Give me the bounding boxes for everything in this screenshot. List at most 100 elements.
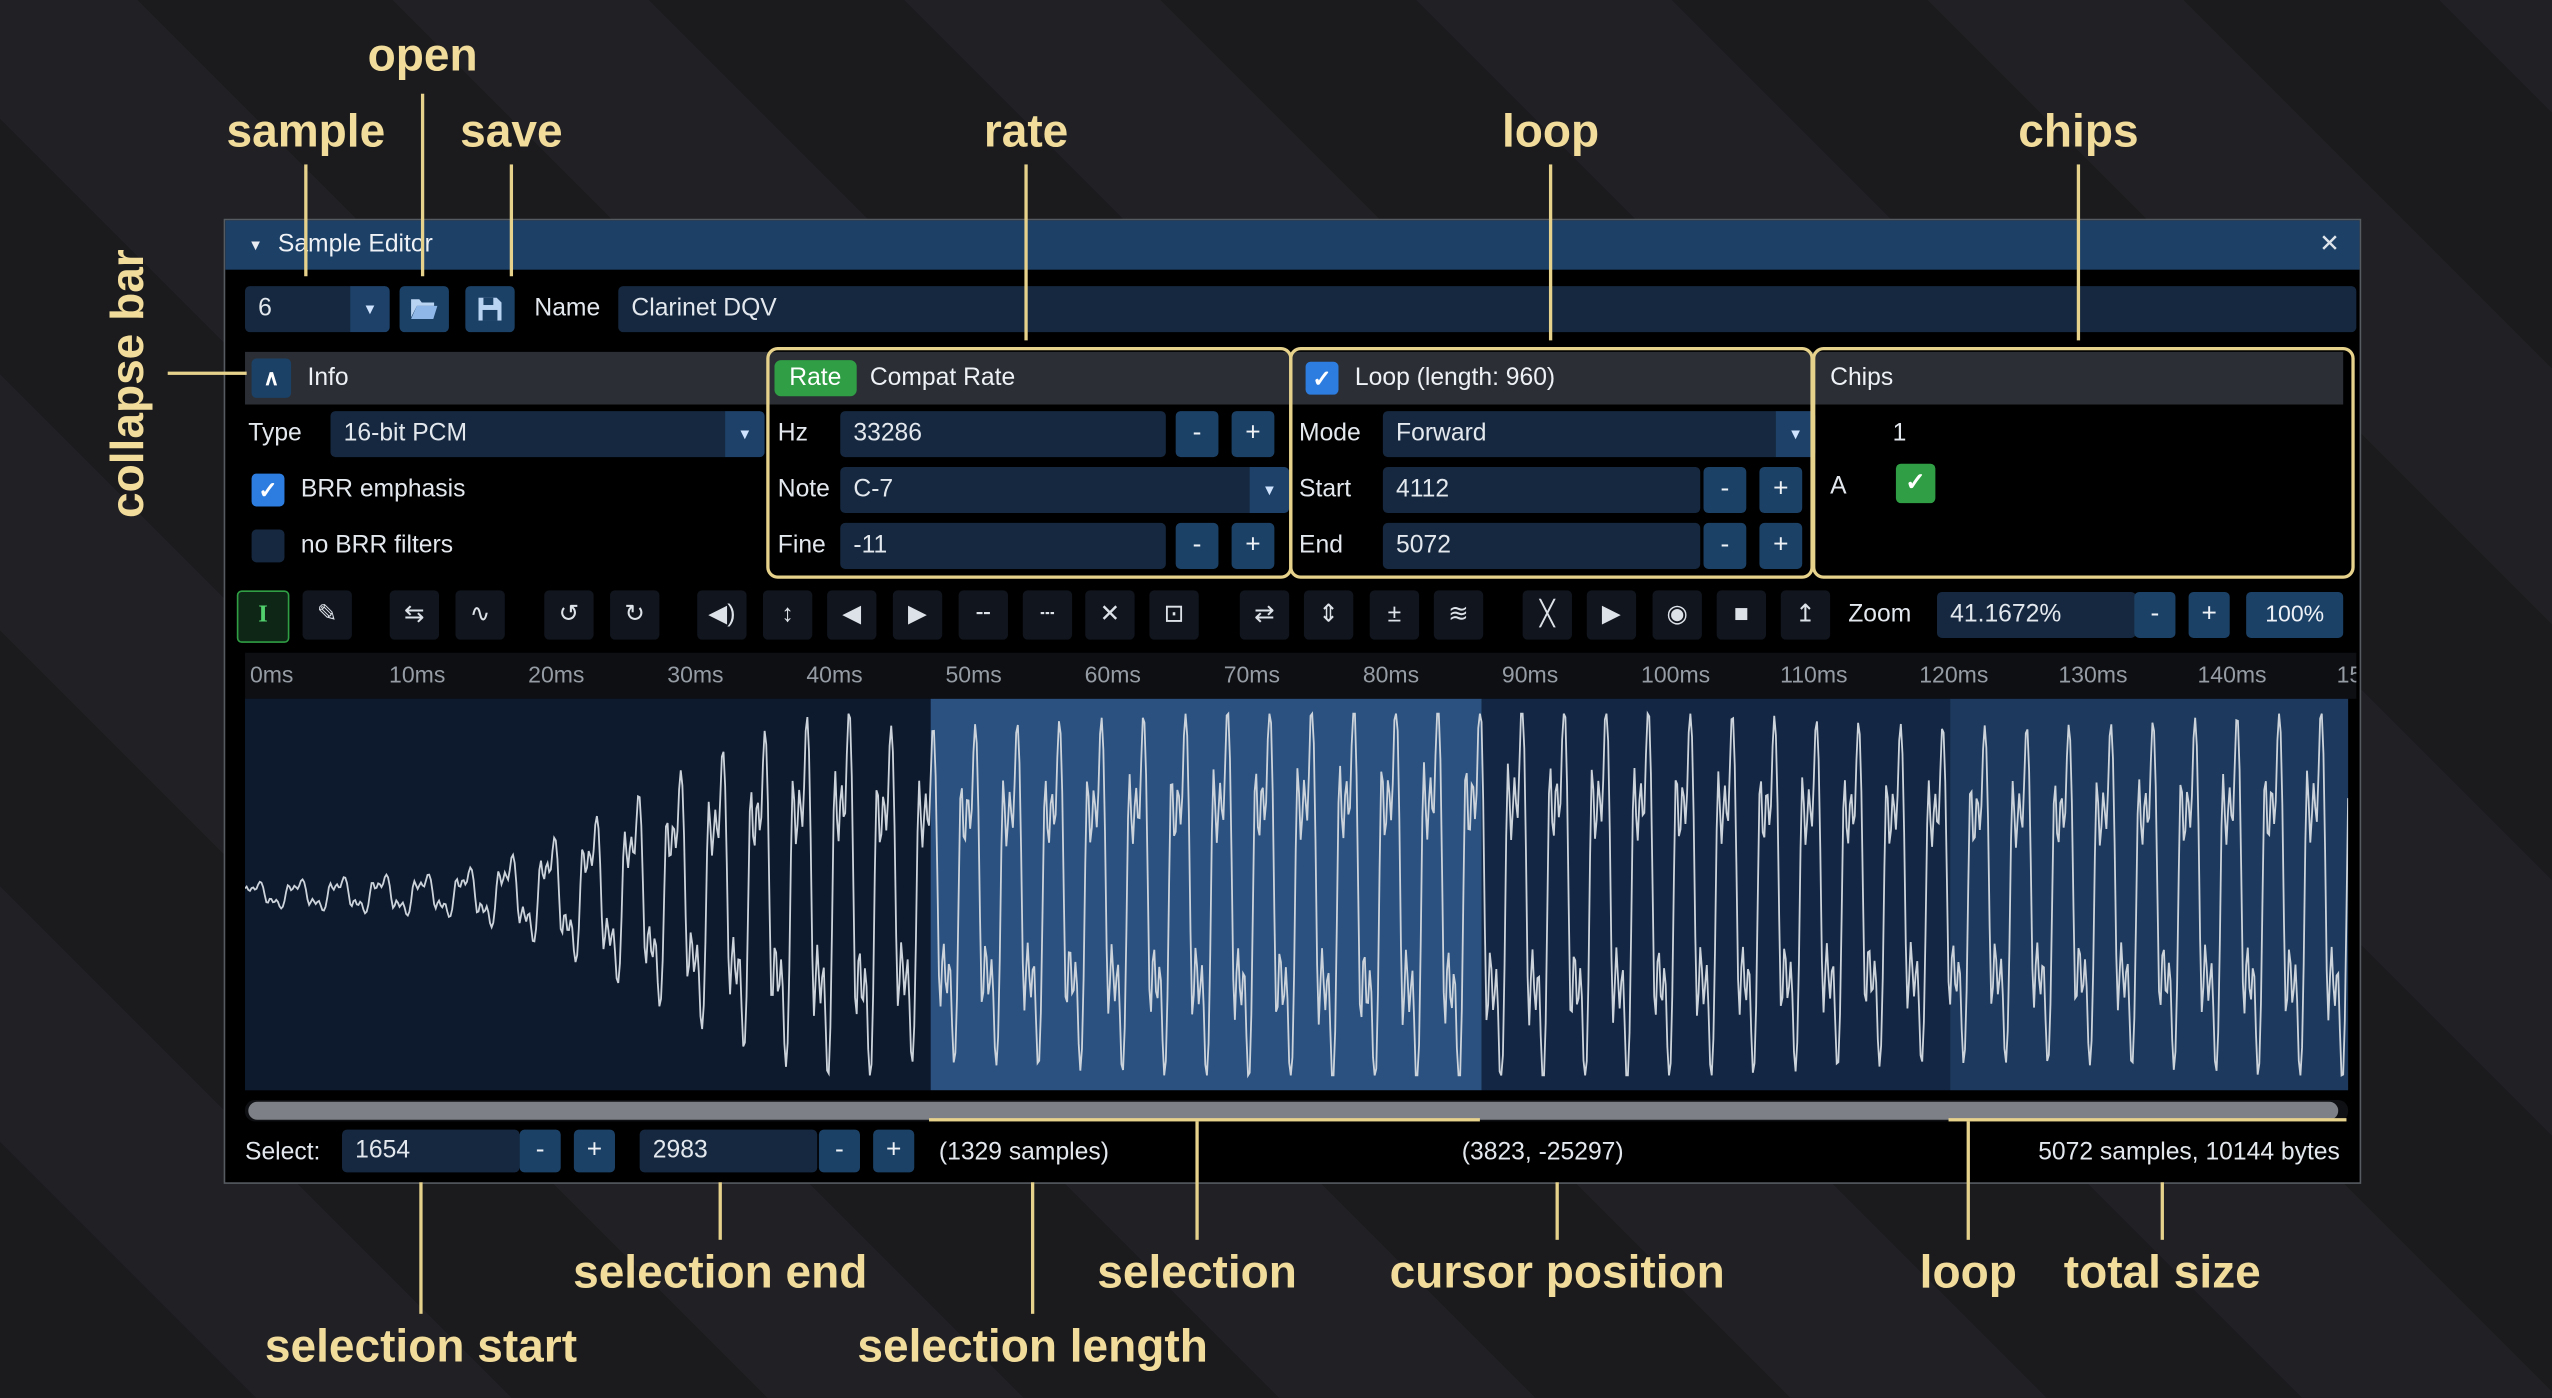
brr-emphasis-checkbox[interactable]: ✓: [252, 474, 285, 507]
check-icon: ✓: [1905, 469, 1926, 497]
loop-end-decrement-button[interactable]: -: [1704, 523, 1747, 569]
selection-start-decrement-button[interactable]: -: [520, 1130, 561, 1173]
create-wavetable-icon[interactable]: ↥: [1781, 590, 1830, 639]
save-icon: [479, 298, 502, 321]
loop-enable-checkbox[interactable]: ✓: [1306, 362, 1339, 395]
annotation-line-save: [510, 164, 513, 276]
hz-increment-button[interactable]: +: [1232, 411, 1275, 457]
annotation-line-cursor-position: [1556, 1182, 1559, 1240]
no-brr-filters-checkbox[interactable]: [252, 529, 285, 562]
annotation-loop-bottom: loop: [1920, 1246, 2017, 1299]
preview-icon[interactable]: ▶: [1587, 590, 1636, 639]
ruler-label: 130ms: [2058, 661, 2127, 687]
reverse-icon[interactable]: ⇄: [1240, 590, 1289, 639]
title-bar[interactable]: ▼ Sample Editor ✕: [225, 220, 2359, 269]
loop-start-increment-button[interactable]: +: [1759, 467, 1802, 513]
fade-in-icon[interactable]: ◀: [827, 590, 876, 639]
preview-from-cursor-icon[interactable]: ◉: [1653, 590, 1702, 639]
annotation-cursor-position: cursor position: [1390, 1246, 1725, 1299]
annotation-open: open: [368, 30, 478, 83]
annotation-selection: selection: [1097, 1246, 1297, 1299]
ruler-label: 140ms: [2197, 661, 2266, 687]
hz-label: Hz: [778, 411, 808, 457]
brr-emphasis-label: BRR emphasis: [301, 467, 466, 513]
loop-start-input[interactable]: 4112: [1383, 467, 1700, 513]
select-label: Select:: [245, 1130, 320, 1176]
window-title: Sample Editor: [278, 220, 433, 269]
loop-start-decrement-button[interactable]: -: [1704, 467, 1747, 513]
loop-end-increment-button[interactable]: +: [1759, 523, 1802, 569]
sample-selector[interactable]: 6 ▼: [245, 286, 390, 332]
invert-icon[interactable]: ⇕: [1304, 590, 1353, 639]
type-select-value: 16-bit PCM: [344, 419, 467, 447]
chevron-down-icon[interactable]: ▼: [1250, 467, 1289, 513]
chevron-down-icon[interactable]: ▼: [1776, 411, 1815, 457]
ruler-label: 10ms: [389, 661, 445, 687]
insert-silence-icon[interactable]: ╌: [959, 590, 1008, 639]
sample-selector-value: 6: [258, 294, 272, 322]
collapse-info-button[interactable]: ∧: [252, 358, 291, 397]
ruler-label: 80ms: [1363, 661, 1419, 687]
annotation-selection-start: selection start: [265, 1320, 577, 1373]
zoom-decrement-button[interactable]: -: [2134, 592, 2175, 638]
annotation-sample: sample: [227, 105, 386, 158]
resize-icon[interactable]: ⇆: [390, 590, 439, 639]
hz-decrement-button[interactable]: -: [1176, 411, 1219, 457]
open-button[interactable]: [400, 286, 449, 332]
chips-header: Chips: [1830, 352, 1893, 405]
annotation-line-loop-bottom: [1967, 1121, 1970, 1239]
loop-mode-select[interactable]: Forward ▼: [1383, 411, 1815, 457]
crossfade-loop-icon[interactable]: ╳: [1523, 590, 1572, 639]
selection-start-increment-button[interactable]: +: [574, 1130, 615, 1173]
ruler-label: 50ms: [945, 661, 1001, 687]
fade-out-icon[interactable]: ▶: [893, 590, 942, 639]
resample-icon[interactable]: ∿: [455, 590, 504, 639]
filter-icon[interactable]: ≋: [1434, 590, 1483, 639]
delete-icon[interactable]: ✕: [1085, 590, 1134, 639]
zoom-input[interactable]: 41.1672%: [1937, 592, 2136, 638]
zoom-increment-button[interactable]: +: [2189, 592, 2230, 638]
selection-end-input[interactable]: 2983: [640, 1130, 818, 1173]
selection-end-decrement-button[interactable]: -: [819, 1130, 860, 1173]
annotation-line-total-size: [2161, 1182, 2164, 1240]
edit-draw-icon[interactable]: ✎: [303, 590, 352, 639]
check-icon: ✓: [1312, 365, 1331, 391]
selection-start-input[interactable]: 1654: [342, 1130, 520, 1173]
fine-input[interactable]: -11: [840, 523, 1166, 569]
normalize-icon[interactable]: ↕: [763, 590, 812, 639]
chevron-down-icon[interactable]: ▼: [725, 411, 764, 457]
fine-decrement-button[interactable]: -: [1176, 523, 1219, 569]
selection-end-increment-button[interactable]: +: [873, 1130, 914, 1173]
edit-select-icon[interactable]: I: [237, 590, 290, 643]
chip-a-checkbox[interactable]: ✓: [1896, 464, 1935, 503]
annotation-loop: loop: [1502, 105, 1599, 158]
undo-icon[interactable]: ↺: [544, 590, 593, 639]
apply-silence-icon[interactable]: ┄: [1023, 590, 1072, 639]
amplify-icon[interactable]: ◀): [697, 590, 746, 639]
close-icon[interactable]: ✕: [2319, 220, 2340, 269]
ruler-label: 0ms: [250, 661, 293, 687]
trim-icon[interactable]: ⊡: [1149, 590, 1198, 639]
zoom-reset-button[interactable]: 100%: [2246, 592, 2343, 638]
name-input[interactable]: Clarinet DQV: [618, 286, 2356, 332]
save-button[interactable]: [465, 286, 514, 332]
loop-mode-value: Forward: [1396, 419, 1486, 447]
fine-increment-button[interactable]: +: [1232, 523, 1275, 569]
note-select[interactable]: C-7 ▼: [840, 467, 1289, 513]
type-select[interactable]: 16-bit PCM ▼: [331, 411, 765, 457]
chevron-down-icon[interactable]: ▼: [350, 286, 389, 332]
redo-icon[interactable]: ↻: [610, 590, 659, 639]
screenshot-stage: open sample save rate loop chips collaps…: [0, 0, 2552, 1398]
stop-preview-icon[interactable]: ■: [1717, 590, 1766, 639]
annotation-save: save: [460, 105, 562, 158]
sign-icon[interactable]: ±: [1370, 590, 1419, 639]
waveform-display[interactable]: [245, 699, 2348, 1090]
hz-input[interactable]: 33286: [840, 411, 1166, 457]
loop-end-input[interactable]: 5072: [1383, 523, 1700, 569]
waveform-plot: [245, 699, 2348, 1090]
sample-editor-window: ▼ Sample Editor ✕ 6 ▼ Name Clarinet DQV: [224, 219, 2362, 1184]
annotation-selection-length: selection length: [857, 1320, 1207, 1373]
scrollbar-thumb[interactable]: [248, 1102, 2338, 1120]
folder-open-icon: [409, 298, 439, 321]
collapse-window-icon[interactable]: ▼: [248, 220, 263, 269]
